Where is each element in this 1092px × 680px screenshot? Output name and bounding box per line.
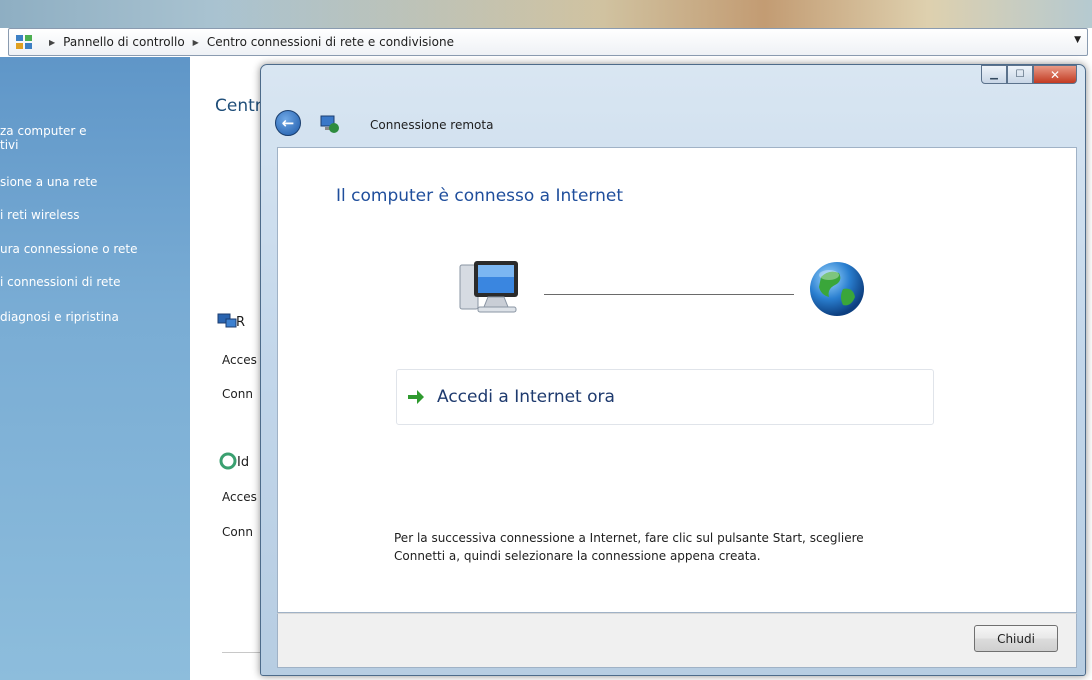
dropdown-arrow-icon[interactable]: ▼: [1074, 35, 1081, 45]
minimize-icon: ▁: [990, 69, 998, 80]
dialog-title: Connessione remota: [370, 118, 494, 132]
internet-globe-icon: [810, 262, 864, 316]
breadcrumb-network-center[interactable]: Centro connessioni di rete e condivision…: [207, 35, 454, 49]
network-name-2: Id: [237, 455, 250, 470]
button-bar: Chiudi: [277, 613, 1077, 668]
command-link-label: Accedi a Internet ora: [437, 387, 615, 407]
close-icon: ✕: [1049, 67, 1061, 82]
network-connection-icon: [320, 115, 339, 133]
minimize-button[interactable]: ▁: [981, 65, 1007, 84]
chevron-right-icon: ▶: [192, 37, 199, 47]
task-link-view-computers-cont[interactable]: tivi: [0, 138, 18, 152]
breadcrumb-control-panel[interactable]: Pannello di controllo: [63, 35, 185, 49]
close-button[interactable]: Chiudi: [974, 625, 1058, 652]
unidentified-network-icon: [219, 452, 237, 470]
divider: [222, 652, 262, 653]
network-access-label-2: Acces: [222, 490, 257, 504]
instructions-line-2: Connetti a, quindi selezionare la connes…: [394, 549, 761, 563]
network-access-label: Acces: [222, 353, 257, 367]
computer-icon: [459, 261, 518, 313]
instructions-text: Per la successiva connessione a Internet…: [394, 529, 864, 565]
task-link-wireless[interactable]: i reti wireless: [0, 208, 79, 222]
task-link-view-computers[interactable]: za computer e: [0, 124, 87, 138]
task-link-manage-connections[interactable]: i connessioni di rete: [0, 275, 121, 289]
chevron-right-icon: ▶: [49, 37, 56, 47]
window-controls: ▁ ☐ ✕: [981, 65, 1077, 84]
network-icon: [217, 313, 237, 328]
task-link-setup-connection[interactable]: ura connessione o rete: [0, 242, 138, 256]
green-arrow-icon: [408, 390, 424, 404]
network-name: R: [236, 315, 246, 330]
access-internet-command-link[interactable]: Accedi a Internet ora: [396, 369, 934, 425]
network-connection-label-2: Conn: [222, 525, 253, 539]
task-link-connect-network[interactable]: sione a una rete: [0, 175, 97, 189]
network-connection-label: Conn: [222, 387, 253, 401]
tasks-pane: za computer e tivi sione a una rete i re…: [0, 57, 190, 680]
maximize-icon: ☐: [1015, 69, 1025, 80]
control-panel-icon: [16, 35, 32, 49]
instructions-line-1: Per la successiva connessione a Internet…: [394, 531, 864, 545]
task-link-diagnose[interactable]: diagnosi e ripristina: [0, 310, 119, 324]
maximize-button[interactable]: ☐: [1007, 65, 1033, 84]
remote-connection-dialog: ▁ ☐ ✕ ← Connessione remota Il computer è…: [260, 64, 1086, 676]
back-button[interactable]: ←: [275, 110, 301, 136]
connection-line: [544, 294, 794, 295]
background-page-title: Centr: [215, 96, 262, 116]
desktop-background-strip: [0, 0, 1092, 28]
dialog-content: Il computer è connesso a Internet Accedi…: [277, 147, 1077, 613]
status-heading: Il computer è connesso a Internet: [336, 186, 623, 206]
address-bar[interactable]: ▶ Pannello di controllo ▶ Centro conness…: [8, 28, 1088, 56]
back-arrow-icon: ←: [281, 114, 295, 132]
close-window-button[interactable]: ✕: [1033, 65, 1077, 84]
